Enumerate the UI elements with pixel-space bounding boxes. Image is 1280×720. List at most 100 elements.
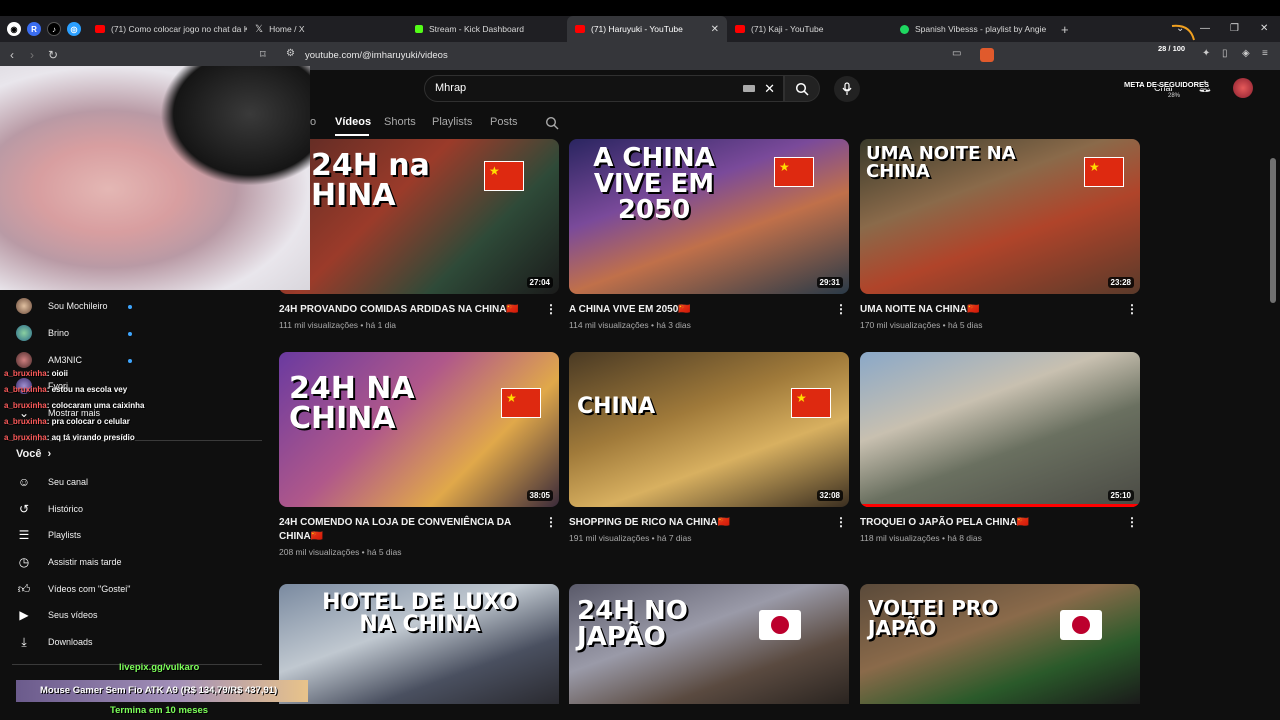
thumbnail-text: 24H NO JAPÃO [577, 596, 688, 652]
browser-menu-icon[interactable]: ◉ [7, 22, 21, 36]
video-thumbnail[interactable]: CHINA 32:08 [569, 352, 849, 507]
thumbnail-text: A CHINA VIVE EM 2050 [593, 143, 715, 225]
channel-search-icon[interactable] [545, 116, 559, 130]
tab-posts[interactable]: Posts [490, 116, 518, 128]
close-window-icon[interactable]: ✕ [1260, 16, 1268, 42]
download-icon: ⤓ [21, 634, 27, 649]
video-card[interactable]: 24H NA CHINA 38:05 24H COMENDO NA LOJA D… [279, 352, 559, 557]
subscription-item[interactable]: Sou Mochileiro [16, 298, 108, 314]
forward-icon[interactable]: › [30, 48, 34, 62]
extensions-icon[interactable]: ✦ [1202, 48, 1210, 59]
url-field[interactable]: youtube.com/@imharuyuki/videos [305, 50, 448, 61]
more-options-icon[interactable]: ⋮ [835, 515, 847, 529]
sidebar-item-label: Seu canal [48, 477, 89, 487]
tab-4-active[interactable]: (71) Haruyuki - YouTube ✕ [567, 16, 727, 42]
tab-home-partial[interactable]: o [310, 116, 316, 128]
tab-playlists[interactable]: Playlists [432, 116, 472, 128]
follower-goal-label: META DE SEGUIDORES [1124, 80, 1210, 89]
video-thumbnail[interactable]: 24H NO JAPÃO [569, 584, 849, 704]
video-title[interactable]: UMA NOITE NA CHINA🇨🇳 [860, 303, 1115, 317]
more-options-icon[interactable]: ⋮ [1126, 515, 1138, 529]
you-section-heading[interactable]: Você › [16, 448, 51, 460]
video-title[interactable]: A CHINA VIVE EM 2050🇨🇳 [569, 303, 824, 317]
sidebar-item-playlists[interactable]: ☰ Playlists [16, 527, 81, 543]
chat-message: a_bruxinha: pra colocar o celular [4, 417, 130, 426]
video-thumbnail[interactable]: 25:10 [860, 352, 1140, 507]
video-card[interactable]: HOTEL DE LUXO NA CHINA [279, 584, 559, 704]
clear-search-icon[interactable]: ✕ [764, 81, 775, 97]
sidebar-item-history[interactable]: ↺ Histórico [16, 501, 83, 517]
video-thumbnail[interactable]: 24H na HINA 27:04 [279, 139, 559, 294]
sidebar-toggle-icon[interactable]: ▯ [1222, 48, 1228, 59]
chat-message: a_bruxinha: oioii [4, 369, 68, 378]
video-card[interactable]: 25:10 TROQUEI O JAPÃO PELA CHINA🇨🇳 118 m… [860, 352, 1140, 543]
pinned-tab-icon[interactable]: ◎ [67, 22, 81, 36]
tab-2[interactable]: 𝕏 Home / X [247, 16, 407, 42]
bookmark-icon[interactable]: ⌑ [260, 48, 266, 61]
brave-shield-icon[interactable] [980, 48, 994, 62]
tab-1[interactable]: (71) Como colocar jogo no chat da K [87, 16, 247, 42]
vpn-icon[interactable]: ◈ [1242, 48, 1250, 59]
sidebar-item-downloads[interactable]: ⤓ Downloads [16, 634, 92, 650]
account-avatar[interactable] [1233, 78, 1253, 98]
back-icon[interactable]: ‹ [10, 48, 14, 62]
sidebar-item-liked-videos[interactable]: 👍︎ Vídeos com "Gostei" [16, 581, 131, 597]
sidebar-item-watch-later[interactable]: ◷ Assistir mais tarde [16, 554, 122, 570]
minimize-icon[interactable]: — [1200, 16, 1210, 42]
chat-username: a_bruxinha [4, 385, 47, 394]
video-duration: 25:10 [1107, 490, 1134, 501]
video-thumbnail[interactable]: 24H NA CHINA 38:05 [279, 352, 559, 507]
page-scrollbar[interactable] [1270, 158, 1276, 303]
tab-shorts[interactable]: Shorts [384, 116, 416, 128]
close-tab-icon[interactable]: ✕ [711, 24, 719, 35]
search-icon [795, 82, 809, 96]
video-card[interactable]: VOLTEI PRO JAPÃO [860, 584, 1140, 704]
tab-6[interactable]: Spanish Vibesss - playlist by Angie [892, 16, 1057, 42]
video-title[interactable]: 24H PROVANDO COMIDAS ARDIDAS NA CHINA🇨🇳 [279, 303, 534, 317]
video-title[interactable]: 24H COMENDO NA LOJA DE CONVENIÊNCIA DA C… [279, 516, 534, 544]
more-options-icon[interactable]: ⋮ [545, 515, 557, 529]
tab-5[interactable]: (71) Kaji - YouTube [727, 16, 892, 42]
watch-progress-bar [860, 504, 1140, 507]
menu-icon[interactable]: ≡ [1262, 48, 1268, 59]
video-thumbnail[interactable]: A CHINA VIVE EM 2050 29:31 [569, 139, 849, 294]
video-card[interactable]: UMA NOITE NA CHINA 23:28 UMA NOITE NA CH… [860, 139, 1140, 330]
video-thumbnail[interactable]: UMA NOITE NA CHINA 23:28 [860, 139, 1140, 294]
reload-icon[interactable]: ↻ [48, 48, 58, 62]
x-logo-icon: 𝕏 [255, 23, 264, 35]
search-input[interactable]: Mhrap ✕ [424, 75, 784, 102]
more-options-icon[interactable]: ⋮ [545, 302, 557, 316]
youtube-icon [735, 25, 745, 33]
tiktok-icon[interactable]: ♪ [47, 22, 61, 36]
japan-flag-icon [759, 610, 801, 640]
video-card[interactable]: 24H NO JAPÃO [569, 584, 849, 704]
new-tab-icon[interactable]: + [1061, 22, 1069, 37]
video-meta: 118 mil visualizações • há 8 dias [860, 533, 982, 543]
tab-3[interactable]: Stream - Kick Dashboard [407, 16, 567, 42]
video-thumbnail[interactable]: VOLTEI PRO JAPÃO [860, 584, 1140, 704]
more-options-icon[interactable]: ⋮ [1126, 302, 1138, 316]
sidebar-item-your-channel[interactable]: ☺ Seu canal [16, 474, 88, 490]
china-flag-icon [791, 388, 831, 418]
video-title[interactable]: TROQUEI O JAPÃO PELA CHINA🇨🇳 [860, 516, 1115, 530]
search-button[interactable] [784, 75, 820, 102]
video-card[interactable]: A CHINA VIVE EM 2050 29:31 A CHINA VIVE … [569, 139, 849, 330]
maximize-icon[interactable]: ❐ [1230, 16, 1239, 42]
video-card[interactable]: CHINA 32:08 SHOPPING DE RICO NA CHINA🇨🇳 … [569, 352, 849, 543]
voice-search-button[interactable] [834, 76, 860, 102]
pinned-tab-r-icon[interactable]: R [27, 22, 41, 36]
tab-label: Home / X [269, 24, 305, 34]
video-thumbnail[interactable]: HOTEL DE LUXO NA CHINA [279, 584, 559, 704]
video-card[interactable]: 24H na HINA 27:04 24H PROVANDO COMIDAS A… [279, 139, 559, 330]
video-title[interactable]: SHOPPING DE RICO NA CHINA🇨🇳 [569, 516, 824, 530]
site-info-icon[interactable]: ⚙ [286, 48, 295, 59]
keyboard-icon[interactable] [743, 85, 755, 92]
cast-icon[interactable]: ▭ [952, 48, 961, 59]
subscription-item[interactable]: Brino [16, 325, 69, 341]
tab-videos[interactable]: Vídeos [335, 116, 371, 128]
more-options-icon[interactable]: ⋮ [835, 302, 847, 316]
china-flag-icon [501, 388, 541, 418]
sidebar-item-your-videos[interactable]: ▶ Seus vídeos [16, 607, 97, 623]
subscription-item[interactable]: AM3NIC [16, 352, 82, 368]
active-tab-underline [335, 134, 369, 136]
